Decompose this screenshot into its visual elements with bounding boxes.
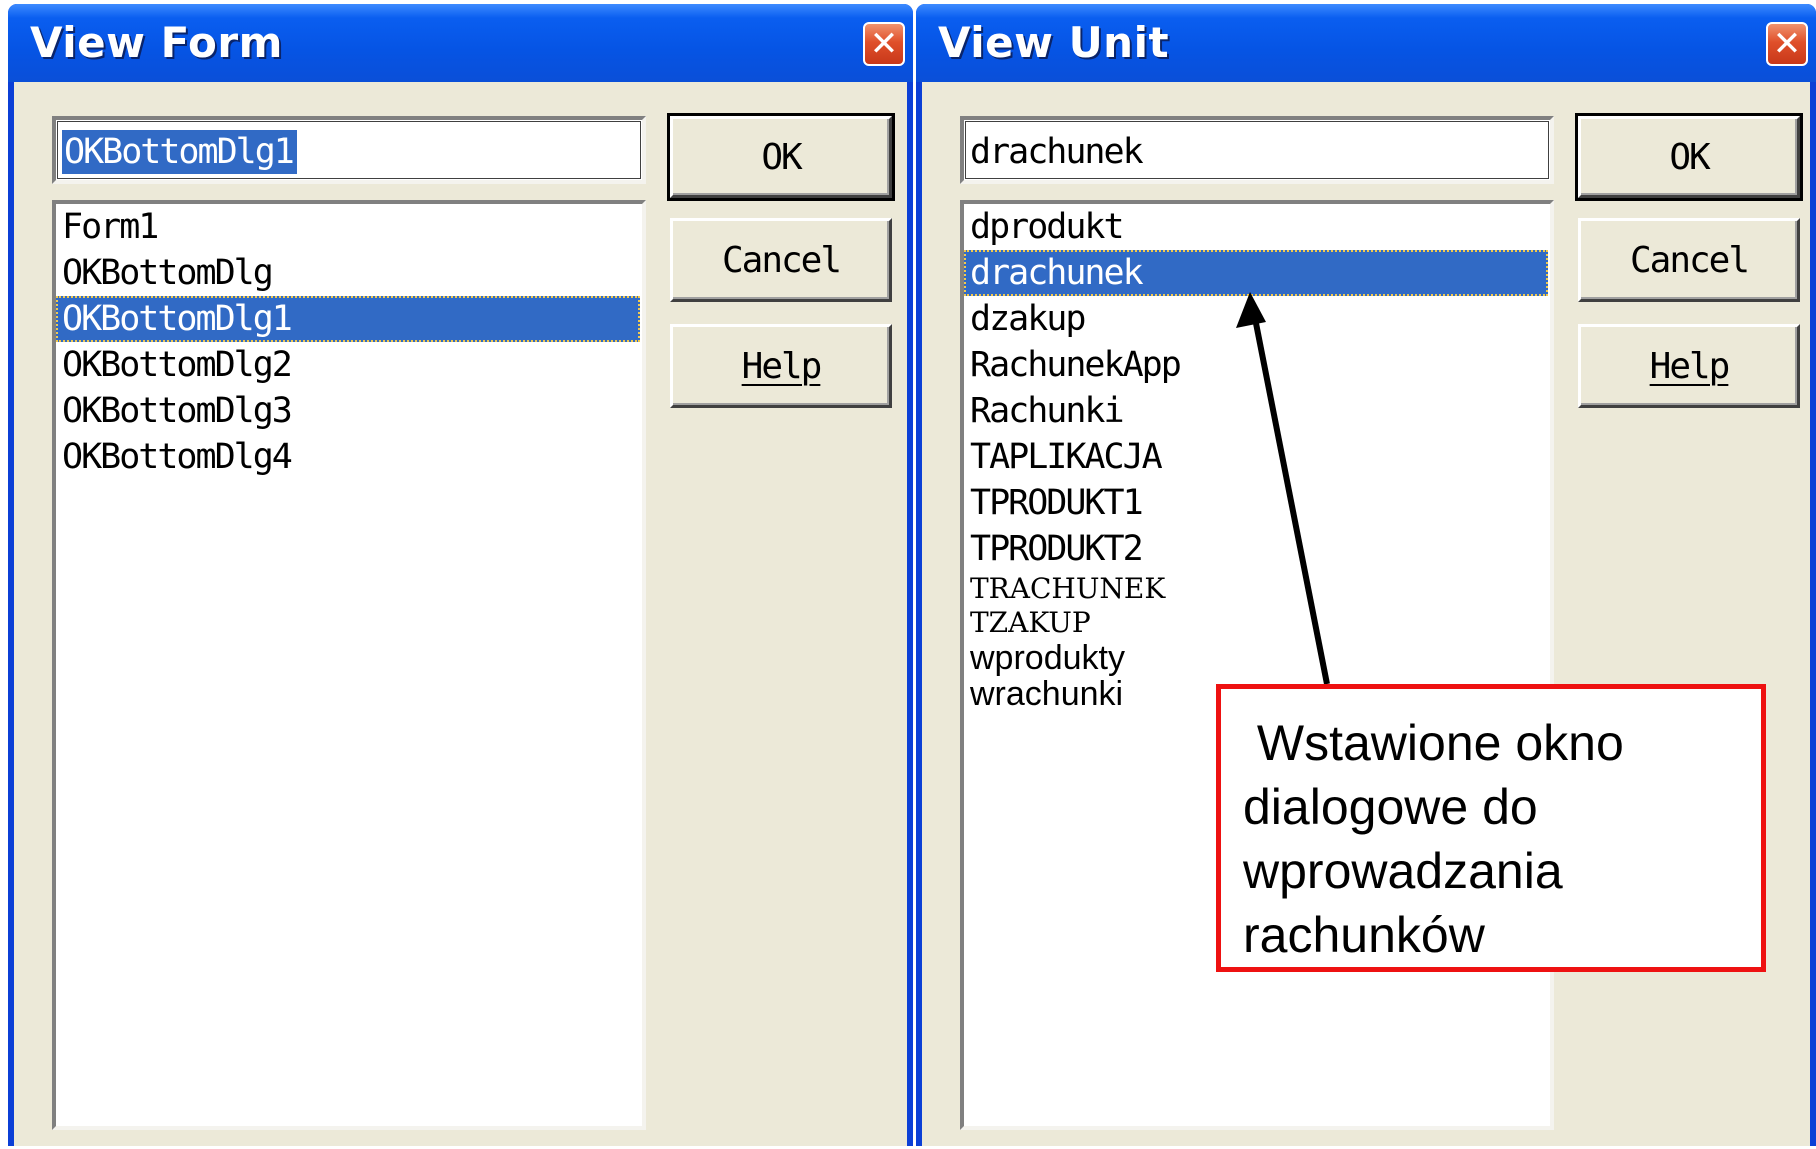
list-item[interactable]: RachunekApp <box>964 342 1550 388</box>
form-list[interactable]: Form1 OKBottomDlg OKBottomDlg1 OKBottomDlg2… <box>52 200 646 1130</box>
view-form-client: OKBottomDlg1 Form1 OKBottomDlg OKBottomDlg… <box>14 82 907 1146</box>
unit-cancel-button[interactable]: Cancel <box>1578 218 1800 302</box>
list-item[interactable]: TAPLIKACJA <box>964 434 1550 480</box>
list-item[interactable]: dprodukt <box>964 204 1550 250</box>
view-unit-title: View Unit <box>938 18 1170 67</box>
close-icon[interactable]: ✕ <box>1766 22 1808 66</box>
list-item[interactable]: Rachunki <box>964 388 1550 434</box>
list-item[interactable]: TPRODUKT1 <box>964 480 1550 526</box>
unit-help-button[interactable]: Help <box>1578 324 1800 408</box>
list-item[interactable]: OKBottomDlg1 <box>56 296 640 342</box>
list-item[interactable]: TZAKUP <box>964 606 1550 640</box>
view-unit-dialog: View Unit ✕ drachunek dprodukt drachunek d… <box>916 4 1816 1146</box>
list-item[interactable]: OKBottomDlg2 <box>56 342 642 388</box>
form-name-input[interactable]: OKBottomDlg1 <box>52 116 646 184</box>
form-name-input-value: OKBottomDlg1 <box>62 130 297 174</box>
list-item[interactable]: TPRODUKT2 <box>964 526 1550 572</box>
view-unit-titlebar[interactable]: View Unit ✕ <box>916 4 1816 82</box>
unit-help-button-label: Help <box>1649 345 1731 387</box>
annotation-callout: Wstawione okno dialogowe do wprowadzania… <box>1216 684 1766 972</box>
view-form-title: View Form <box>30 18 283 67</box>
unit-name-input-value: drachunek <box>970 132 1144 172</box>
list-item[interactable]: OKBottomDlg3 <box>56 388 642 434</box>
list-item[interactable]: dzakup <box>964 296 1550 342</box>
unit-name-input[interactable]: drachunek <box>960 116 1554 184</box>
list-item[interactable]: Form1 <box>56 204 642 250</box>
list-item[interactable]: TRACHUNEK <box>964 572 1550 606</box>
form-help-button-label: Help <box>741 345 823 387</box>
form-cancel-button[interactable]: Cancel <box>670 218 892 302</box>
form-help-button[interactable]: Help <box>670 324 892 408</box>
close-icon[interactable]: ✕ <box>863 22 905 66</box>
view-form-titlebar[interactable]: View Form ✕ <box>8 4 913 82</box>
list-item[interactable]: OKBottomDlg4 <box>56 434 642 480</box>
view-form-dialog: View Form ✕ OKBottomDlg1 Form1 OKBottomDl… <box>8 4 913 1146</box>
view-unit-client: drachunek dprodukt drachunek dzakup Rachune… <box>922 82 1810 1146</box>
list-item[interactable]: drachunek <box>964 250 1548 296</box>
unit-ok-button[interactable]: OK <box>1575 113 1803 201</box>
list-item[interactable]: OKBottomDlg <box>56 250 642 296</box>
list-item[interactable]: wprodukty <box>964 640 1550 676</box>
unit-list[interactable]: dprodukt drachunek dzakup RachunekApp Rachun… <box>960 200 1554 1130</box>
form-ok-button[interactable]: OK <box>667 113 895 201</box>
